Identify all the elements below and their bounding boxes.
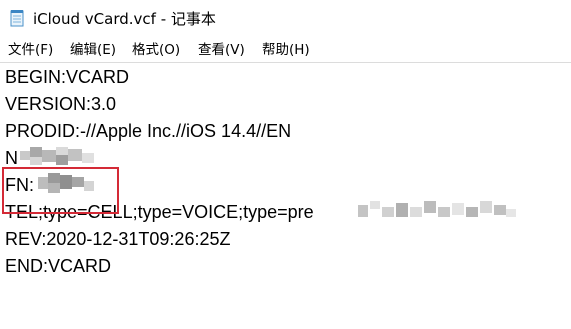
text-line: REV:2020-12-31T09:26:25Z — [5, 229, 231, 249]
menu-edit[interactable]: 编辑(E) — [70, 41, 116, 59]
text-line: BEGIN:VCARD — [5, 67, 130, 87]
window-title: iCloud vCard.vcf - 记事本 — [33, 10, 216, 28]
highlight-annotation-box — [2, 167, 119, 214]
menu-view[interactable]: 查看(V) — [198, 41, 245, 59]
text-editor-area[interactable]: BEGIN:VCARD VERSION:3.0 PRODID:-//Apple … — [0, 62, 571, 329]
redacted-phone — [358, 201, 518, 223]
text-line: PRODID:-//Apple Inc.//iOS 14.4//EN — [5, 121, 292, 141]
menu-help[interactable]: 帮助(H) — [262, 41, 310, 59]
redacted-name — [20, 147, 98, 169]
text-line: END:VCARD — [5, 256, 112, 276]
menu-file[interactable]: 文件(F) — [8, 41, 53, 59]
notepad-icon — [10, 10, 24, 27]
text-line: VERSION:3.0 — [5, 94, 117, 114]
menu-format[interactable]: 格式(O) — [132, 41, 180, 59]
notepad-window: iCloud vCard.vcf - 记事本 文件(F) 编辑(E) 格式(O)… — [0, 0, 571, 329]
menu-bar: 文件(F) 编辑(E) 格式(O) 查看(V) 帮助(H) — [0, 38, 571, 62]
title-bar[interactable]: iCloud vCard.vcf - 记事本 — [0, 0, 571, 38]
